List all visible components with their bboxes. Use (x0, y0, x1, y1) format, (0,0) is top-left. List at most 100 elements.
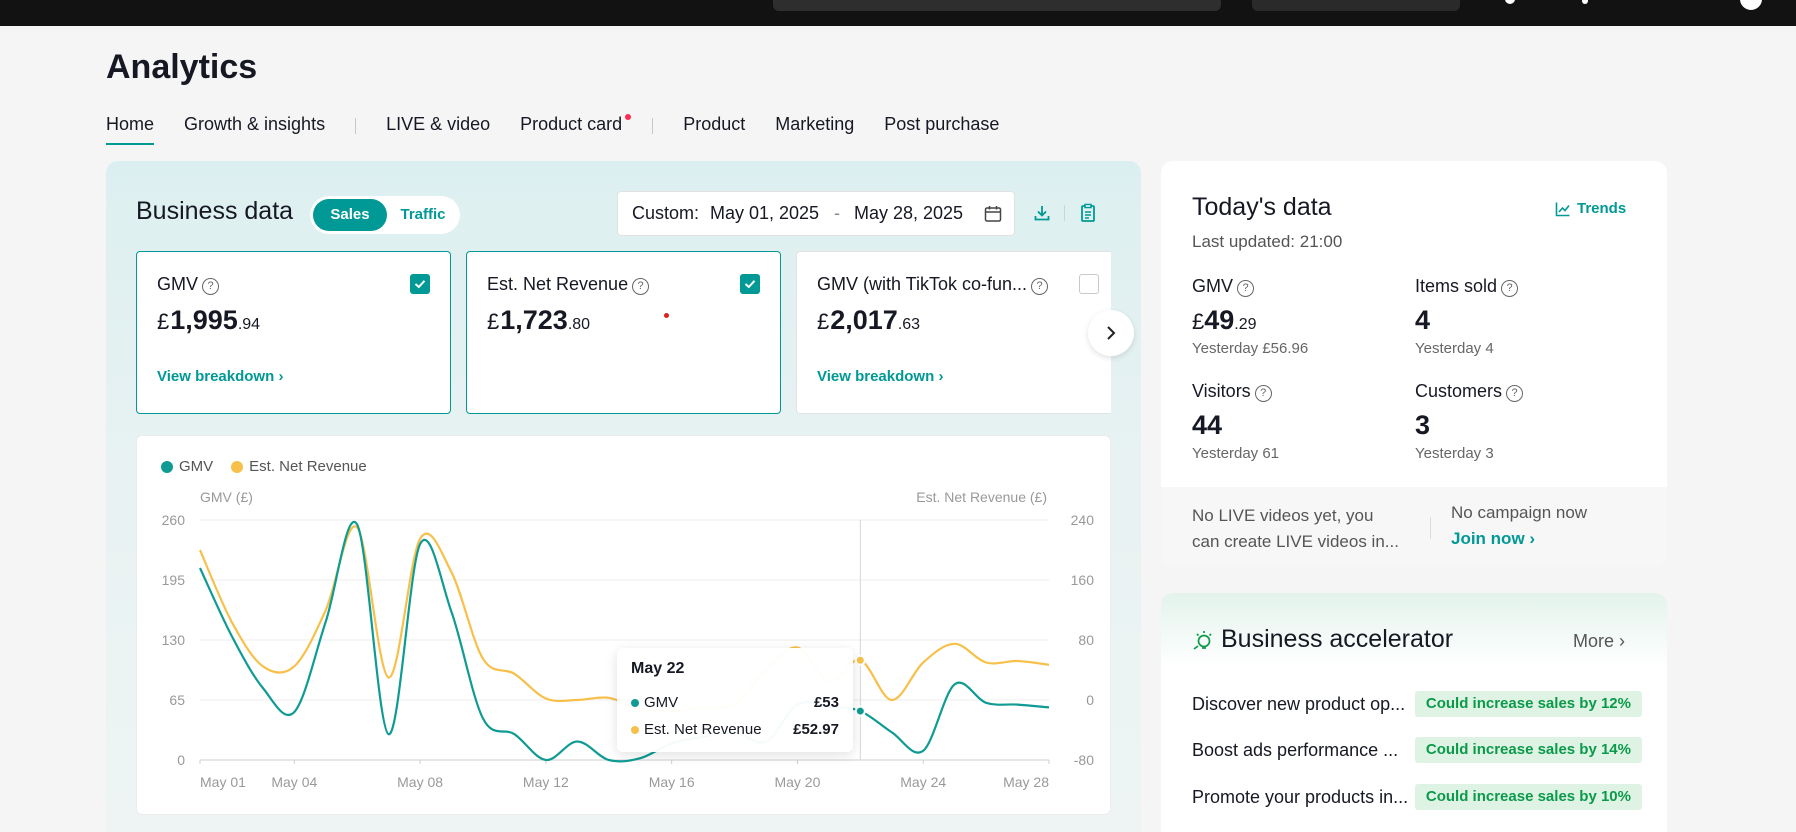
x-tick-label: May 08 (397, 774, 443, 790)
chevron-right-icon (1107, 326, 1116, 340)
report-icon[interactable] (1078, 203, 1098, 223)
metric-card-gmv-co-funded[interactable]: GMV (with TikTok co-fun...? £2,017.63 Vi… (796, 251, 1111, 414)
accelerator-item[interactable]: Boost ads performance ... Could increase … (1192, 737, 1642, 763)
metric-card-gmv[interactable]: GMV? £1,995.94 View breakdown › (136, 251, 451, 414)
question-icon[interactable]: ? (1501, 280, 1519, 297)
value-whole: 49 (1204, 305, 1235, 335)
metric-value: £2,017.63 (817, 305, 920, 336)
tooltip-dot (631, 699, 639, 707)
accelerator-item-text: Promote your products in... (1192, 787, 1409, 807)
shop-selector[interactable] (1252, 0, 1460, 11)
today-footer: No LIVE videos yet, you can create LIVE v… (1161, 487, 1667, 567)
sales-traffic-toggle: Sales Traffic (310, 196, 460, 234)
accelerator-item[interactable]: Discover new product op... Could increase… (1192, 691, 1642, 717)
stat-value: 3 (1415, 410, 1431, 440)
question-icon[interactable]: ? (1237, 280, 1255, 297)
view-breakdown-label: View breakdown (157, 368, 275, 385)
stat-label: GMV? (1192, 276, 1308, 297)
join-now-label: Join now (1451, 529, 1525, 548)
global-search-input[interactable] (773, 0, 1221, 11)
calendar-icon[interactable] (984, 205, 1002, 223)
date-range-end[interactable]: May 28, 2025 (854, 203, 963, 224)
lightbulb-icon (1193, 631, 1212, 650)
value-whole: 1,723 (500, 305, 568, 335)
traffic-toggle-option[interactable]: Traffic (390, 199, 456, 231)
y-tick-label-right: 0 (1086, 692, 1094, 708)
tab-product[interactable]: Product (683, 114, 745, 145)
chart-tooltip: May 22 GMV £53 Est. Net Revenue £52.97 (617, 648, 853, 752)
tab-live-video[interactable]: LIVE & video (386, 114, 490, 145)
question-icon[interactable]: ? (1254, 385, 1272, 402)
date-range-start[interactable]: May 01, 2025 (710, 203, 819, 224)
x-tick-label: May 01 (200, 774, 246, 790)
stat-yesterday: Yesterday £56.96 (1192, 340, 1309, 357)
y-axis-label-left: GMV (£) (200, 489, 253, 505)
metric-label-text: GMV (157, 274, 199, 294)
line-chart[interactable]: 260 240 195 160 130 80 65 0 0 -80 GMV (£) Est. Net … (137, 436, 1112, 816)
value-whole: 2,017 (830, 305, 898, 335)
top-bar (0, 0, 1796, 26)
trend-chart-icon (1555, 202, 1570, 216)
currency-symbol: £ (487, 309, 500, 334)
join-now-link[interactable]: Join now › (1451, 529, 1535, 549)
tab-marketing[interactable]: Marketing (775, 114, 854, 145)
more-link[interactable]: More › (1573, 631, 1625, 652)
today-items-sold: Items sold? 4 Yesterday 4 (1415, 276, 1519, 357)
trends-link[interactable]: Trends (1555, 200, 1626, 217)
x-tick-label: May 28 (1003, 774, 1049, 790)
x-tick-label: May 12 (523, 774, 569, 790)
question-icon[interactable]: ? (1506, 385, 1524, 402)
download-icon[interactable] (1032, 203, 1052, 223)
avatar[interactable] (1740, 0, 1762, 10)
stat-value: £49.29 (1192, 305, 1308, 336)
help-icon[interactable] (1582, 0, 1588, 4)
metric-label: GMV (with TikTok co-fun...? (817, 274, 1049, 295)
currency-symbol: £ (1192, 309, 1205, 334)
today-customers: Customers? 3 Yesterday 3 (1415, 381, 1524, 462)
tooltip-series-name: GMV (644, 694, 679, 711)
live-videos-note[interactable]: No LIVE videos yet, you can create LIVE v… (1192, 503, 1402, 555)
metric-card-est-net-revenue[interactable]: Est. Net Revenue? £1,723.80 (466, 251, 781, 414)
tab-divider (652, 118, 654, 134)
tab-home[interactable]: Home (106, 114, 155, 145)
accelerator-item-text: Discover new product op... (1192, 694, 1406, 714)
stat-label: Items sold? (1415, 276, 1519, 297)
metric-checkbox[interactable] (410, 274, 430, 294)
accelerator-item-text: Boost ads performance ... (1192, 740, 1399, 760)
currency-symbol: £ (817, 309, 830, 334)
tab-growth-insights[interactable]: Growth & insights (184, 114, 325, 145)
view-breakdown-link[interactable]: View breakdown › (817, 368, 943, 385)
highlight-point (854, 705, 866, 717)
sales-toggle-option[interactable]: Sales (313, 199, 387, 231)
business-accelerator-panel: Business accelerator More › Discover new… (1161, 593, 1667, 832)
stat-value: 4 (1415, 305, 1431, 335)
date-range-picker[interactable]: Custom: May 01, 2025 - May 28, 2025 (617, 191, 1015, 236)
today-gmv: GMV? £49.29 Yesterday £56.96 (1192, 276, 1308, 357)
metric-checkbox[interactable] (740, 274, 760, 294)
x-tick-label: May 20 (774, 774, 820, 790)
next-cards-button[interactable] (1088, 310, 1134, 356)
tooltip-value: £52.97 (793, 721, 839, 738)
tab-post-purchase[interactable]: Post purchase (884, 114, 999, 145)
question-icon[interactable]: ? (632, 278, 650, 295)
question-icon[interactable]: ? (1031, 278, 1049, 295)
view-breakdown-link[interactable]: View breakdown › (157, 368, 283, 385)
metric-checkbox[interactable] (1079, 274, 1099, 294)
notification-icon[interactable] (1505, 0, 1515, 4)
x-tick-label: May 16 (649, 774, 695, 790)
y-tick-label-left: 130 (162, 632, 186, 648)
view-breakdown-label: View breakdown (817, 368, 935, 385)
chevron-right-icon: › (1619, 631, 1626, 651)
date-range-prefix: Custom: (632, 203, 700, 223)
trends-label: Trends (1577, 200, 1627, 217)
metric-label-text: GMV (with TikTok co-fun... (817, 274, 1028, 294)
tab-product-card[interactable]: Product card (520, 114, 632, 145)
value-decimal: .94 (237, 316, 261, 333)
y-tick-label-right: 160 (1071, 572, 1095, 588)
accelerator-item[interactable]: Promote your products in... Could increas… (1192, 784, 1642, 810)
tooltip-date: May 22 (631, 660, 685, 677)
live-note-line: No LIVE videos yet, you (1192, 506, 1374, 525)
question-icon[interactable]: ? (202, 278, 220, 295)
chevron-right-icon: › (938, 368, 944, 385)
value-decimal: .80 (567, 316, 591, 333)
